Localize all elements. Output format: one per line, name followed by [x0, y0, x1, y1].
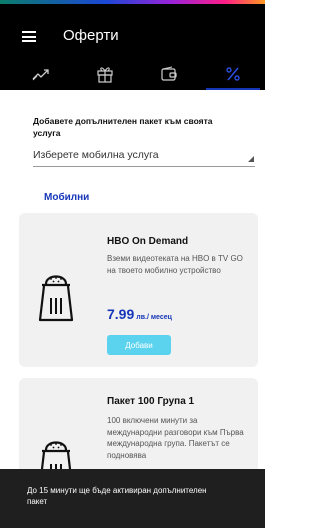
section-title: Добавете допълнителен пакет към своята у… [33, 116, 213, 138]
tab-gifts[interactable] [72, 58, 138, 90]
brand-gradient-strip [0, 0, 265, 4]
offer-description: 100 включени минути за международни разг… [107, 416, 244, 460]
add-package-button[interactable]: Добави [107, 335, 171, 355]
toast-notification: До 15 минути ще бъде активиран допълните… [0, 469, 265, 528]
percent-icon [226, 67, 240, 81]
offer-description: Вземи видеотеката на HBO в TV GO на твое… [107, 254, 243, 275]
offer-card: HBO On Demand Вземи видеотеката на HBO в… [19, 213, 258, 367]
price-unit: лв./ месец [136, 314, 172, 321]
toast-text: До 15 минути ще бъде активиран допълните… [27, 486, 207, 506]
tab-discounts[interactable] [200, 58, 266, 90]
gift-icon [97, 67, 113, 83]
page-title: Оферти [63, 27, 119, 44]
select-value: Изберете мобилна услуга [33, 149, 159, 161]
salt-shaker-icon [38, 275, 74, 322]
offer-title: HBO On Demand [107, 236, 189, 247]
offer-price: 7.99 лв./ месец [107, 306, 172, 324]
category-label: Мобилни [44, 192, 90, 203]
offer-tabs [0, 58, 265, 90]
tab-wallet[interactable] [136, 58, 202, 90]
price-amount: 7.99 [107, 306, 135, 322]
hamburger-menu-icon[interactable] [22, 31, 36, 42]
app-header: Оферти [0, 0, 265, 90]
trending-icon [32, 69, 49, 81]
mobile-service-select[interactable]: Изберете мобилна услуга [33, 145, 255, 167]
offer-title: Пакет 100 Група 1 [107, 396, 195, 407]
tab-trending[interactable] [8, 58, 74, 90]
wallet-icon [161, 66, 177, 81]
dropdown-caret-icon [248, 156, 254, 162]
